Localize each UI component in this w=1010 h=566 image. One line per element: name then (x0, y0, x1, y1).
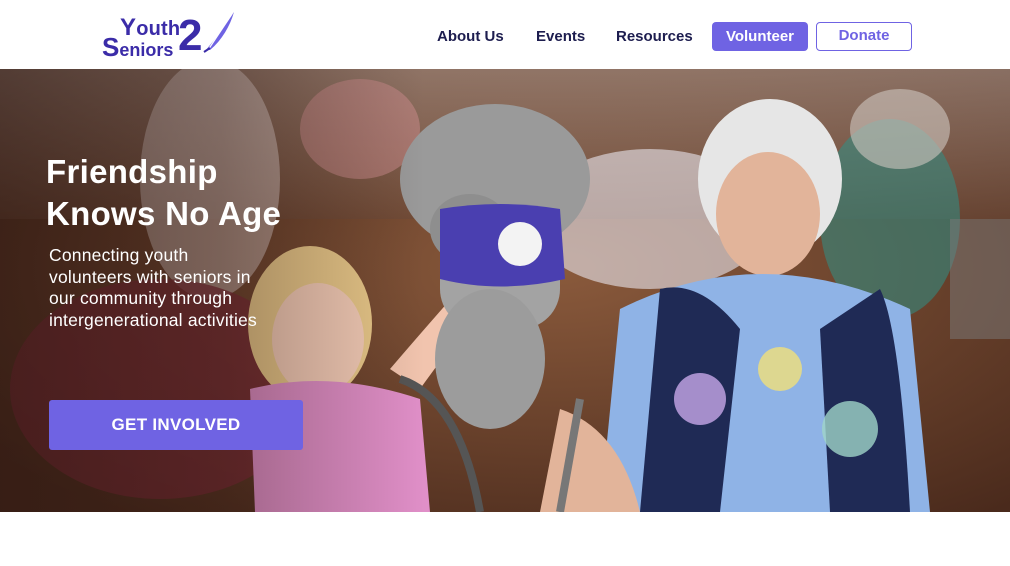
hero-title-line-2: Knows No Age (46, 195, 282, 232)
donate-button[interactable]: Donate (816, 22, 912, 51)
volunteer-button[interactable]: Volunteer (712, 22, 808, 51)
get-involved-button[interactable]: GET INVOLVED (49, 400, 303, 450)
hero-section: Friendship Knows No Age Connecting youth… (0, 69, 1010, 512)
hero-subtitle: Connecting youth volunteers with seniors… (49, 245, 257, 330)
main-navigation: About Us Events Resources Volunteer Dona… (0, 22, 1010, 52)
hero-title-line-1: Friendship (46, 153, 218, 190)
nav-about-link[interactable]: About Us (437, 28, 504, 45)
nav-events-link[interactable]: Events (536, 28, 585, 45)
nav-resources-link[interactable]: Resources (616, 28, 693, 45)
site-header: Youth Seniors 2 About Us Events Resource… (0, 0, 1010, 70)
hero-title: Friendship Knows No Age (46, 151, 346, 235)
